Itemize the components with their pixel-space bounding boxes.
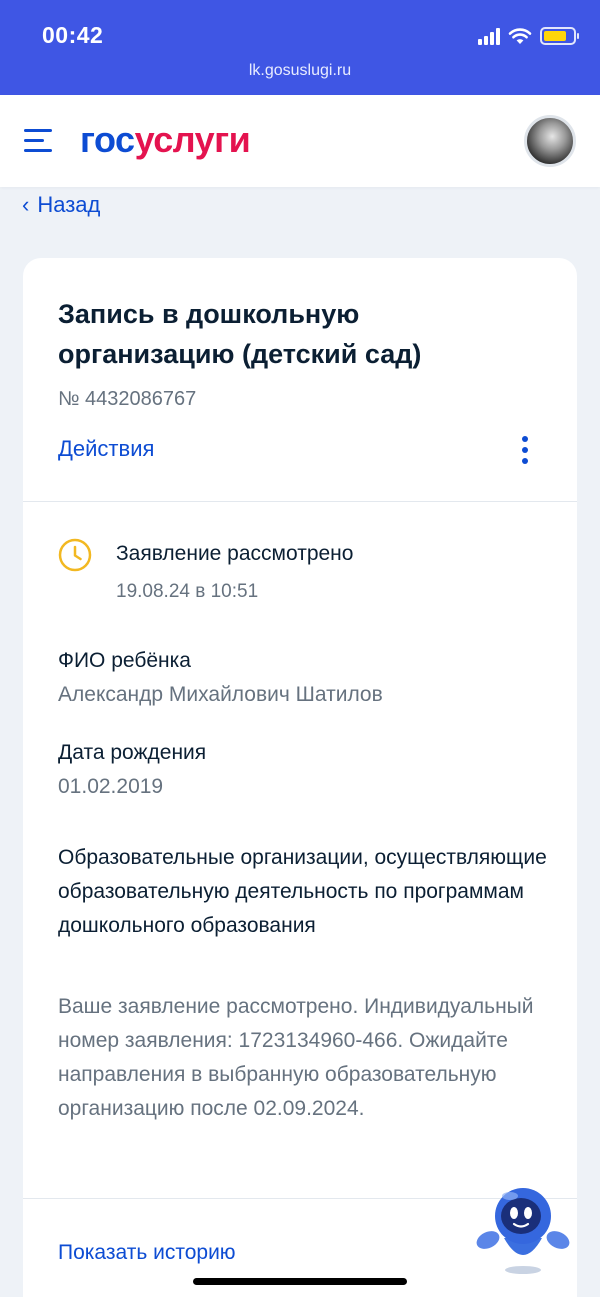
clock-icon (58, 538, 92, 572)
more-options-icon[interactable] (519, 436, 531, 464)
status-date: 19.08.24 в 10:51 (116, 581, 259, 602)
app-header: госуслуги (0, 95, 600, 187)
birth-date-label: Дата рождения (58, 741, 207, 764)
child-name-label: ФИО ребёнка (58, 649, 191, 672)
application-card: Запись в дошкольную организацию (детский… (23, 258, 577, 1297)
application-number: № 4432086767 (58, 388, 197, 410)
logo-part-gos: гос (80, 119, 135, 160)
page-title: Запись в дошкольную организацию (детский… (58, 299, 422, 369)
status-bar: 00:42 lk.gosuslugi.ru (0, 0, 600, 95)
back-button[interactable]: ‹ Назад (22, 192, 100, 218)
birth-date-value: 01.02.2019 (58, 775, 164, 798)
wifi-icon (508, 28, 532, 44)
battery-icon (540, 27, 579, 45)
logo-part-uslugi: услуги (134, 119, 251, 160)
cellular-signal-icon (478, 27, 500, 45)
child-name-value: Александр Михайлович Шатилов (58, 683, 383, 706)
actions-button[interactable]: Действия (58, 436, 154, 462)
gosuslugi-logo[interactable]: госуслуги (80, 119, 251, 161)
status-title: Заявление рассмотрено (116, 542, 354, 565)
organization-title: Образовательные организации, осуществляю… (58, 846, 547, 937)
back-label: Назад (37, 192, 101, 217)
show-history-button[interactable]: Показать историю (58, 1241, 236, 1265)
status-time: 00:42 (42, 22, 104, 48)
chevron-left-icon: ‹ (22, 192, 30, 217)
browser-url[interactable]: lk.gosuslugi.ru (0, 62, 600, 80)
status-icons (478, 24, 579, 48)
organization-status-text: Ваше заявление рассмотрено. Индивидуальн… (58, 995, 534, 1120)
home-indicator[interactable] (193, 1278, 407, 1285)
divider (23, 501, 577, 502)
burger-menu-icon[interactable] (24, 128, 56, 152)
assistant-robot-icon[interactable] (474, 1180, 572, 1278)
avatar[interactable] (524, 115, 576, 167)
